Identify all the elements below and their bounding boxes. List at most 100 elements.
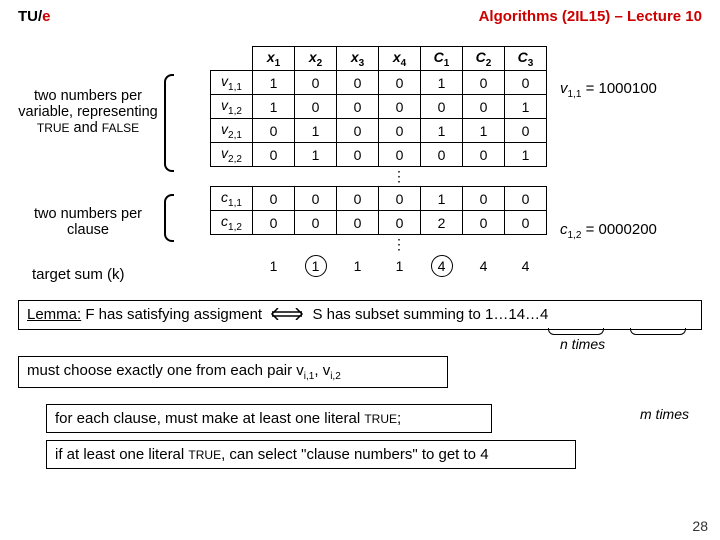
target-cell: 1 (337, 254, 379, 278)
each1-true: TRUE (364, 412, 397, 426)
annotation-c12: c1,2 = 0000200 (560, 221, 657, 241)
row-v21: v2,1 (211, 119, 253, 143)
cell: 0 (463, 71, 505, 95)
row-v22: v2,2 (211, 143, 253, 167)
cell: 0 (379, 95, 421, 119)
cell: 0 (295, 211, 337, 235)
cell: 0 (463, 187, 505, 211)
cell: 1 (295, 143, 337, 167)
cell: 0 (421, 95, 463, 119)
vdots-icon: ⋮ (253, 167, 547, 187)
iff-icon (270, 307, 304, 324)
must-sub1: i,1 (304, 371, 315, 382)
vdots2-icon: ⋮ (253, 235, 547, 255)
cell: 0 (505, 119, 547, 143)
annot-val: = 0000200 (581, 221, 657, 238)
cell: 0 (295, 95, 337, 119)
cell: 0 (379, 71, 421, 95)
annot-var: c (560, 221, 568, 238)
cell: 1 (421, 119, 463, 143)
false-label: FALSE (102, 121, 139, 135)
note-variables: two numbers per variable, representing T… (18, 88, 158, 136)
cell: 0 (505, 211, 547, 235)
slide-number: 28 (692, 518, 708, 534)
tu-pre: TU (18, 8, 38, 25)
cell: 0 (337, 119, 379, 143)
and-label: and (70, 120, 102, 136)
cell: 2 (421, 211, 463, 235)
each2-a: if at least one literal (55, 446, 188, 463)
target-cell: 4 (505, 254, 547, 278)
institution: TU/e (18, 8, 51, 25)
target-sum-label: target sum (k) (32, 266, 125, 283)
annot-sub: 1,2 (568, 230, 582, 241)
lemma-label: Lemma: (27, 306, 81, 323)
row-c12: c1,2 (211, 211, 253, 235)
col-x4: x4 (379, 47, 421, 71)
m-times: m times (640, 406, 689, 422)
cell: 0 (253, 211, 295, 235)
cell: 0 (337, 71, 379, 95)
cell: 0 (295, 71, 337, 95)
cell: 0 (295, 187, 337, 211)
cell: 1 (295, 119, 337, 143)
cell: 1 (421, 187, 463, 211)
cell: 0 (379, 187, 421, 211)
lemma-box: Lemma: F has satisfying assigment S has … (18, 300, 702, 330)
circle-icon: 4 (431, 255, 453, 277)
true-label: TRUE (37, 121, 70, 135)
col-x1: x1 (253, 47, 295, 71)
col-C2: C2 (463, 47, 505, 71)
each2-c: , can select "clause numbers" to get to … (221, 446, 488, 463)
cell: 0 (505, 187, 547, 211)
brace-clauses (164, 194, 174, 242)
annotation-v11: v1,1 = 1000100 (560, 80, 657, 100)
cell: 0 (337, 187, 379, 211)
col-C1: C1 (421, 47, 463, 71)
tu-e: e (42, 8, 50, 25)
lemma-right: S has subset summing to 1…14…4 (312, 306, 548, 323)
cell: 0 (463, 211, 505, 235)
each1-c: ; (397, 410, 401, 427)
cell: 1 (421, 71, 463, 95)
col-x2: x2 (295, 47, 337, 71)
cell: 0 (337, 95, 379, 119)
n-times: n times (560, 336, 605, 352)
cell: 0 (337, 211, 379, 235)
cell: 0 (253, 187, 295, 211)
cell: 0 (463, 143, 505, 167)
cell: 0 (379, 143, 421, 167)
col-C3: C3 (505, 47, 547, 71)
note-clauses: two numbers per clause (18, 206, 158, 238)
annot-var: v (560, 80, 568, 97)
cell: 0 (379, 119, 421, 143)
row-c11: c1,1 (211, 187, 253, 211)
must-text2: , v (314, 362, 330, 379)
brace-variables (164, 74, 174, 172)
cell: 0 (379, 211, 421, 235)
target-cell: 1 (253, 254, 295, 278)
target-cell: 1 (379, 254, 421, 278)
each1-a: for each clause, must make at least one … (55, 410, 364, 427)
note-variables-text: two numbers per variable, representing (18, 88, 157, 120)
each2-true: TRUE (188, 448, 221, 462)
must-sub2: i,2 (330, 371, 341, 382)
cell: 1 (253, 71, 295, 95)
cell: 0 (253, 143, 295, 167)
cell: 1 (253, 95, 295, 119)
must-text: must choose exactly one from each pair v (27, 362, 304, 379)
cell: 0 (505, 71, 547, 95)
lemma-left: F has satisfying assigment (81, 306, 266, 323)
target-cell-circled: 1 (295, 254, 337, 278)
row-v11: v1,1 (211, 71, 253, 95)
col-x3: x3 (337, 47, 379, 71)
target-cell-circled: 4 (421, 254, 463, 278)
annot-sub: 1,1 (568, 89, 582, 100)
cell: 0 (463, 95, 505, 119)
circle-icon: 1 (305, 255, 327, 277)
must-choose-box: must choose exactly one from each pair v… (18, 356, 448, 388)
brace-m-icon (630, 328, 686, 335)
cell: 0 (337, 143, 379, 167)
brace-n-icon (548, 328, 604, 335)
target-cell: 4 (463, 254, 505, 278)
